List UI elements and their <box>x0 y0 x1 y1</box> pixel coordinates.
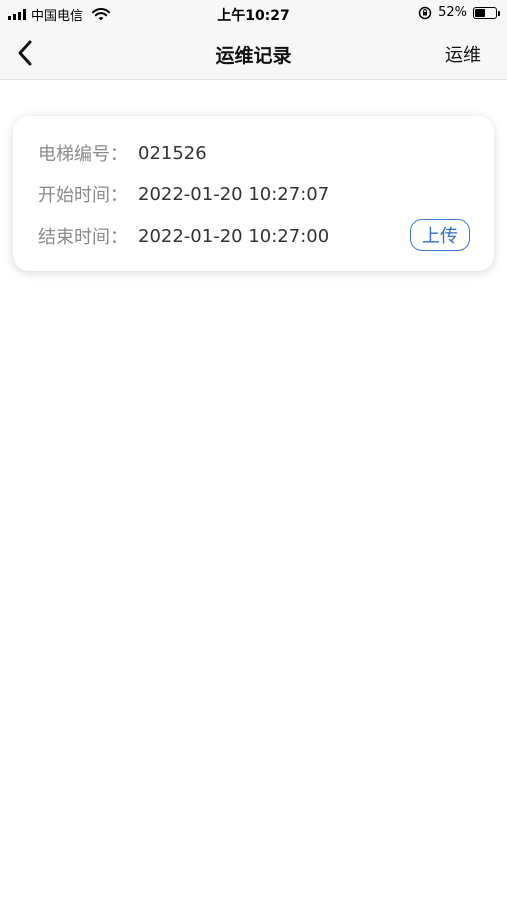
start-time-row: 开始时间： 2022-01-20 10:27:07 <box>38 181 329 207</box>
orientation-lock-icon <box>418 6 432 19</box>
status-bar: 中国电信 上午10:27 52% <box>0 0 507 28</box>
end-time-label: 结束时间： <box>38 227 128 248</box>
battery-level <box>475 8 485 17</box>
record-card: 电梯编号： 021526 开始时间： 2022-01-20 10:27:07 结… <box>13 116 494 271</box>
elevator-row: 电梯编号： 021526 <box>38 140 207 166</box>
start-time-label: 开始时间： <box>38 185 128 206</box>
start-time-value: 2022-01-20 10:27:07 <box>138 183 330 205</box>
battery-icon <box>473 6 500 19</box>
maintenance-button[interactable]: 运维 <box>445 41 481 67</box>
end-time-row: 结束时间： 2022-01-20 10:27:00 <box>38 223 329 249</box>
status-right: 52% <box>418 5 500 20</box>
page-title: 运维记录 <box>215 45 292 67</box>
elevator-value: 021526 <box>138 142 207 164</box>
navigation-bar: 运维记录 运维 <box>0 28 507 80</box>
upload-button[interactable]: 上传 <box>410 219 470 251</box>
battery-percent: 52% <box>438 5 467 20</box>
elevator-label: 电梯编号： <box>38 144 128 165</box>
end-time-value: 2022-01-20 10:27:00 <box>138 225 330 247</box>
